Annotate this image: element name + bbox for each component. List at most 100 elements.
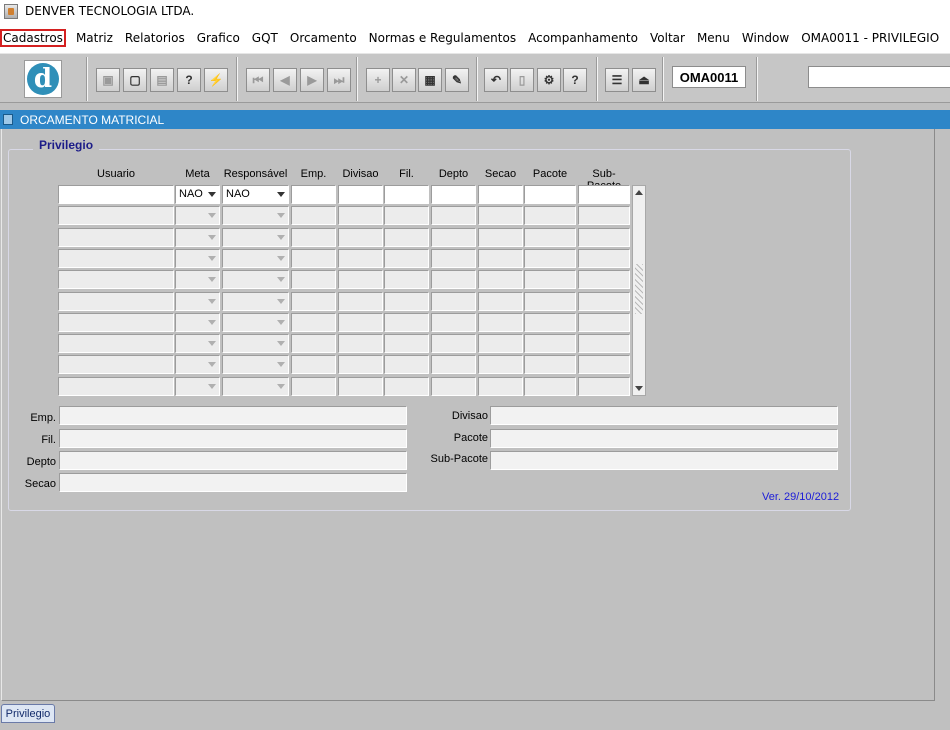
- grid-cell-secao[interactable]: [478, 206, 523, 225]
- dropdown-arrow-icon[interactable]: [277, 213, 285, 218]
- grid-cell-emp[interactable]: [291, 270, 336, 289]
- previous-record-button[interactable]: ◀: [273, 68, 297, 92]
- grid-cell-divisao[interactable]: [338, 228, 383, 247]
- menu-matriz[interactable]: Matriz: [76, 31, 113, 45]
- help-button[interactable]: ?: [563, 68, 587, 92]
- grid-cell-divisao[interactable]: [338, 377, 383, 396]
- detail-field-pacote[interactable]: [490, 429, 838, 448]
- grid-cell-divisao[interactable]: [338, 334, 383, 353]
- grid-cell-secao[interactable]: [478, 334, 523, 353]
- grid-cell-sub-pacote[interactable]: [578, 185, 630, 204]
- grid-cell-secao[interactable]: [478, 185, 523, 204]
- grid-cell-meta[interactable]: NAO: [175, 185, 220, 204]
- dropdown-arrow-icon[interactable]: [277, 277, 285, 282]
- tools-button[interactable]: ⚙: [537, 68, 561, 92]
- tab-privilegio[interactable]: Privilegio: [1, 704, 55, 723]
- grid-cell-sub-pacote[interactable]: [578, 355, 630, 374]
- query-help-button[interactable]: ?: [177, 68, 201, 92]
- grid-cell-meta[interactable]: [175, 292, 220, 311]
- grid-cell-usuario[interactable]: [58, 377, 174, 396]
- undo-button[interactable]: ↶: [484, 68, 508, 92]
- detail-field-secao[interactable]: [59, 473, 407, 492]
- grid-cell-pacote[interactable]: [524, 377, 576, 396]
- grid-cell-usuario[interactable]: [58, 270, 174, 289]
- first-record-button[interactable]: ⏮: [246, 68, 270, 92]
- grid-cell-meta[interactable]: [175, 334, 220, 353]
- grid-cell-depto[interactable]: [431, 228, 476, 247]
- dropdown-arrow-icon[interactable]: [277, 362, 285, 367]
- grid-cell-responsavel[interactable]: [222, 355, 289, 374]
- grid-cell-pacote[interactable]: [524, 206, 576, 225]
- dropdown-arrow-icon[interactable]: [277, 320, 285, 325]
- menu-voltar[interactable]: Voltar: [650, 31, 685, 45]
- grid-cell-divisao[interactable]: [338, 249, 383, 268]
- grid-cell-secao[interactable]: [478, 313, 523, 332]
- dropdown-arrow-icon[interactable]: [208, 235, 216, 240]
- scroll-down-arrow-icon[interactable]: [635, 386, 643, 391]
- grid-cell-responsavel[interactable]: [222, 206, 289, 225]
- grid-cell-sub-pacote[interactable]: [578, 292, 630, 311]
- grid-cell-pacote[interactable]: [524, 313, 576, 332]
- grid-cell-emp[interactable]: [291, 377, 336, 396]
- grid-cell-fil[interactable]: [384, 334, 429, 353]
- menu-acompanhamento[interactable]: Acompanhamento: [528, 31, 638, 45]
- grid-cell-depto[interactable]: [431, 334, 476, 353]
- clear-form-button[interactable]: ▦: [418, 68, 442, 92]
- grid-cell-pacote[interactable]: [524, 355, 576, 374]
- grid-cell-usuario[interactable]: [58, 334, 174, 353]
- dropdown-arrow-icon[interactable]: [277, 299, 285, 304]
- grid-cell-secao[interactable]: [478, 377, 523, 396]
- grid-cell-responsavel[interactable]: [222, 228, 289, 247]
- grid-cell-divisao[interactable]: [338, 313, 383, 332]
- detail-field-depto[interactable]: [59, 451, 407, 470]
- grid-cell-depto[interactable]: [431, 270, 476, 289]
- grid-cell-sub-pacote[interactable]: [578, 270, 630, 289]
- grid-cell-responsavel[interactable]: [222, 270, 289, 289]
- grid-cell-divisao[interactable]: [338, 185, 383, 204]
- menu-cadastros[interactable]: Cadastros: [0, 29, 66, 47]
- grid-cell-secao[interactable]: [478, 249, 523, 268]
- dropdown-arrow-icon[interactable]: [208, 256, 216, 261]
- grid-cell-depto[interactable]: [431, 377, 476, 396]
- save-button[interactable]: ▣: [96, 68, 120, 92]
- grid-cell-pacote[interactable]: [524, 228, 576, 247]
- grid-cell-emp[interactable]: [291, 334, 336, 353]
- grid-cell-fil[interactable]: [384, 270, 429, 289]
- grid-cell-responsavel[interactable]: NAO: [222, 185, 289, 204]
- menu-form-privilegio[interactable]: OMA0011 - PRIVILEGIO: [801, 31, 939, 45]
- grid-cell-secao[interactable]: [478, 292, 523, 311]
- grid-cell-fil[interactable]: [384, 249, 429, 268]
- detail-field-fil[interactable]: [59, 429, 407, 448]
- dropdown-arrow-icon[interactable]: [208, 213, 216, 218]
- grid-cell-fil[interactable]: [384, 355, 429, 374]
- grid-cell-sub-pacote[interactable]: [578, 249, 630, 268]
- grid-cell-divisao[interactable]: [338, 206, 383, 225]
- grid-cell-pacote[interactable]: [524, 292, 576, 311]
- grid-cell-fil[interactable]: [384, 377, 429, 396]
- exit-button[interactable]: ⏏: [632, 68, 656, 92]
- grid-cell-depto[interactable]: [431, 313, 476, 332]
- grid-cell-meta[interactable]: [175, 206, 220, 225]
- grid-cell-usuario[interactable]: [58, 206, 174, 225]
- menu-window[interactable]: Window: [742, 31, 789, 45]
- grid-cell-depto[interactable]: [431, 355, 476, 374]
- grid-cell-divisao[interactable]: [338, 270, 383, 289]
- grid-cell-depto[interactable]: [431, 185, 476, 204]
- dropdown-arrow-icon[interactable]: [208, 299, 216, 304]
- grid-cell-responsavel[interactable]: [222, 334, 289, 353]
- grid-cell-meta[interactable]: [175, 377, 220, 396]
- menu-orcamento[interactable]: Orcamento: [290, 31, 357, 45]
- grid-cell-emp[interactable]: [291, 228, 336, 247]
- dropdown-arrow-icon[interactable]: [277, 341, 285, 346]
- grid-cell-emp[interactable]: [291, 313, 336, 332]
- grid-cell-meta[interactable]: [175, 313, 220, 332]
- grid-cell-divisao[interactable]: [338, 355, 383, 374]
- grid-cell-pacote[interactable]: [524, 270, 576, 289]
- grid-cell-fil[interactable]: [384, 292, 429, 311]
- dropdown-arrow-icon[interactable]: [277, 235, 285, 240]
- grid-cell-usuario[interactable]: [58, 249, 174, 268]
- detail-field-divisao[interactable]: [490, 406, 838, 425]
- grid-cell-depto[interactable]: [431, 292, 476, 311]
- grid-cell-fil[interactable]: [384, 185, 429, 204]
- dropdown-arrow-icon[interactable]: [277, 384, 285, 389]
